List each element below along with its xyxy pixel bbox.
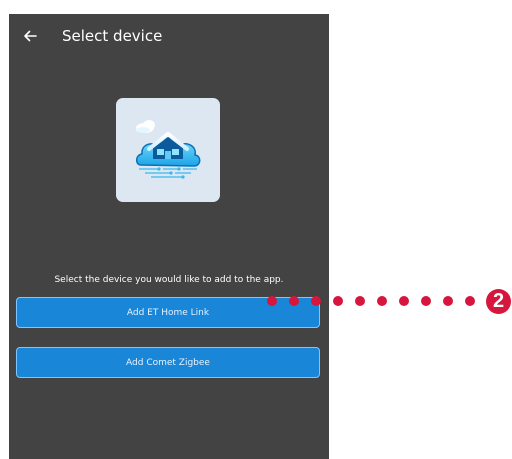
instruction-text: Select the device you would like to add … [54, 275, 284, 285]
page-title: Select device [62, 27, 163, 45]
callout-dot [443, 296, 453, 306]
callout-dot [399, 296, 409, 306]
callout-dot [377, 296, 387, 306]
callout-dot [355, 296, 365, 306]
arrow-left-icon [24, 30, 37, 42]
smart-home-illustration-icon [135, 120, 201, 179]
add-comet-zigbee-button[interactable]: Add Comet Zigbee [16, 347, 320, 378]
page: Select device Select the device you woul… [0, 0, 512, 459]
app-bar: Select device [9, 14, 329, 58]
app-screen: Select device Select the device you woul… [9, 14, 329, 459]
device-illustration-card [116, 98, 220, 202]
back-button[interactable] [19, 25, 41, 47]
callout-dot [333, 296, 343, 306]
callout-dot [465, 296, 475, 306]
add-et-home-link-button[interactable]: Add ET Home Link [16, 297, 320, 328]
callout-dot [421, 296, 431, 306]
callout-number: 2 [492, 290, 505, 312]
